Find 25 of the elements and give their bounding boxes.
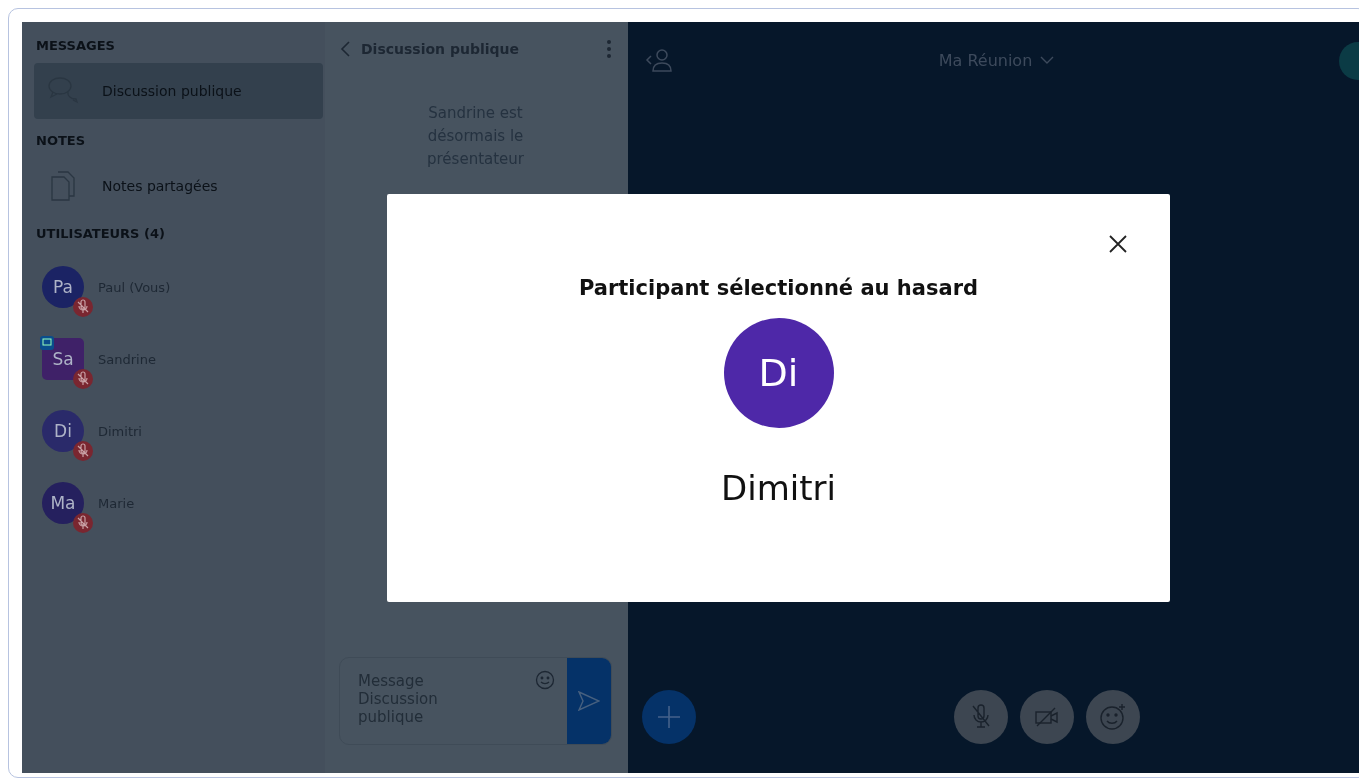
user-avatar[interactable]: Pa — [42, 266, 84, 308]
modal-title: Participant sélectionné au hasard — [578, 276, 979, 300]
user-avatar[interactable]: Di — [42, 410, 84, 452]
camera-button[interactable] — [1020, 690, 1074, 744]
user-avatar[interactable]: Ma — [42, 482, 84, 524]
actions-button[interactable] — [642, 690, 696, 744]
back-icon[interactable] — [339, 40, 351, 58]
send-button[interactable] — [567, 658, 611, 744]
send-icon — [578, 691, 600, 711]
section-title: MESSAGES — [36, 38, 116, 53]
plus-icon — [657, 705, 681, 729]
participant-avatar: Di — [723, 318, 834, 428]
section-title: UTILISATEURS (4) — [36, 226, 166, 241]
crossed-camera-icon — [1034, 707, 1060, 727]
user-list-toggle-icon[interactable] — [644, 47, 674, 73]
participant-name: Dimitri — [721, 468, 836, 508]
user-avatar[interactable]: Sa — [42, 338, 84, 380]
emoji-icon[interactable] — [535, 670, 555, 690]
reactions-button[interactable] — [1086, 690, 1140, 744]
emoji-add-icon — [1099, 703, 1127, 731]
chevron-down-icon[interactable] — [1040, 56, 1055, 64]
more-options-icon[interactable] — [606, 39, 612, 59]
section-title: NOTES — [36, 133, 87, 148]
microphone-button[interactable] — [954, 690, 1008, 744]
presenter-icon — [40, 336, 54, 350]
